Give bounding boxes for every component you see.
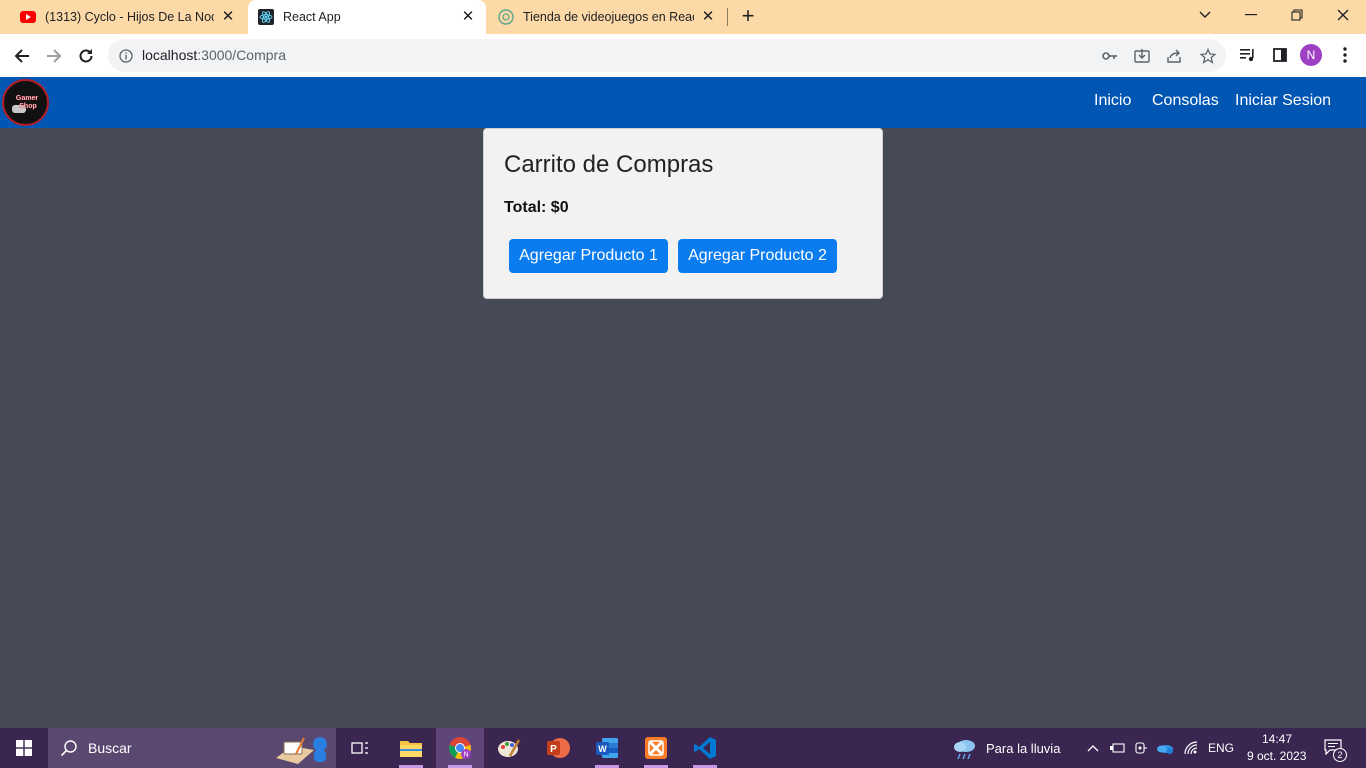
chrome-taskbar-icon[interactable]: N	[436, 728, 484, 768]
chatgpt-icon	[498, 9, 514, 25]
url-host: localhost	[142, 47, 198, 63]
file-explorer-icon[interactable]	[387, 728, 435, 768]
url-text: localhost:3000/Compra	[142, 47, 286, 63]
word-icon[interactable]: W	[583, 728, 631, 768]
side-panel-icon[interactable]	[1269, 44, 1291, 66]
back-button[interactable]	[8, 42, 36, 70]
task-view-icon[interactable]	[336, 728, 384, 768]
paint-icon[interactable]	[485, 728, 533, 768]
search-highlight-illustration-icon	[270, 732, 332, 768]
profile-avatar[interactable]: N	[1300, 44, 1322, 66]
show-hidden-icons-chevron-icon[interactable]	[1084, 739, 1102, 757]
nav-link-consolas[interactable]: Consolas	[1152, 92, 1219, 110]
svg-text:Shop: Shop	[19, 103, 37, 110]
tab-search-chevron-icon[interactable]	[1182, 0, 1228, 30]
powerpoint-icon[interactable]: P	[534, 728, 582, 768]
bookmark-star-icon[interactable]	[1198, 46, 1218, 66]
nav-link-inicio[interactable]: Inicio	[1094, 92, 1131, 110]
youtube-icon	[20, 9, 36, 25]
clock-time[interactable]: 14:47	[1262, 732, 1292, 746]
address-bar[interactable]: localhost:3000/Compra	[108, 39, 1226, 72]
url-path: :3000/Compra	[197, 47, 286, 63]
shopping-cart-card: Carrito de Compras Total: $0 Agregar Pro…	[483, 128, 883, 299]
minimize-button[interactable]	[1228, 0, 1274, 30]
tab-title: Tienda de videojuegos en React	[523, 10, 694, 24]
onedrive-icon[interactable]	[1156, 739, 1174, 757]
windows-taskbar: Buscar N P W Para la lluvia ENG 14:47 9 …	[0, 728, 1366, 768]
weather-text[interactable]: Para la lluvia	[986, 741, 1060, 756]
windows-start-button[interactable]	[0, 728, 48, 768]
key-icon[interactable]	[1100, 46, 1120, 66]
search-placeholder: Buscar	[88, 740, 132, 756]
tab-title: (1313) Cyclo - Hijos De La Noche	[45, 10, 214, 24]
nav-link-iniciar-sesion[interactable]: Iniciar Sesion	[1235, 92, 1331, 110]
restore-button[interactable]	[1274, 0, 1320, 30]
meet-now-icon[interactable]	[1132, 739, 1150, 757]
new-tab-button[interactable]: +	[736, 4, 760, 30]
cart-total: Total: $0	[504, 199, 569, 216]
browser-toolbar: localhost:3000/Compra	[0, 34, 1366, 77]
forward-button[interactable]	[40, 42, 68, 70]
reload-button[interactable]	[72, 42, 100, 70]
close-tab-icon[interactable]: ✕	[220, 9, 236, 25]
browser-tab-chatgpt[interactable]: Tienda de videojuegos en React ✕	[488, 0, 726, 34]
svg-text:W: W	[598, 744, 607, 754]
wifi-icon[interactable]	[1182, 739, 1200, 757]
add-product-2-button[interactable]: Agregar Producto 2	[678, 239, 837, 273]
tab-separator	[727, 8, 728, 26]
close-window-button[interactable]	[1320, 0, 1366, 30]
site-info-icon[interactable]	[116, 46, 136, 66]
clock-date[interactable]: 9 oct. 2023	[1247, 749, 1306, 763]
notification-count-badge: 2	[1333, 748, 1347, 762]
app-navbar: Gamer Shop Inicio Consolas Iniciar Sesio…	[0, 77, 1366, 128]
menu-kebab-icon[interactable]	[1334, 44, 1356, 66]
install-app-icon[interactable]	[1132, 46, 1152, 66]
tab-title: React App	[283, 10, 341, 24]
gamer-shop-logo[interactable]: Gamer Shop	[2, 79, 49, 126]
close-tab-icon[interactable]: ✕	[700, 9, 716, 25]
browser-tab-strip: (1313) Cyclo - Hijos De La Noche ✕ React…	[0, 0, 1366, 34]
battery-plug-icon[interactable]	[1108, 739, 1126, 757]
svg-text:Gamer: Gamer	[15, 95, 37, 102]
search-icon	[60, 739, 78, 762]
svg-text:N: N	[463, 752, 468, 759]
react-icon	[258, 9, 274, 25]
close-tab-icon[interactable]: ✕	[460, 9, 476, 25]
share-icon[interactable]	[1164, 46, 1184, 66]
cart-title: Carrito de Compras	[504, 151, 714, 178]
svg-text:P: P	[550, 744, 557, 755]
weather-rain-icon[interactable]	[952, 736, 978, 765]
browser-tab-react-app[interactable]: React App ✕	[248, 0, 486, 34]
media-controls-icon[interactable]	[1237, 44, 1259, 66]
browser-tab-youtube[interactable]: (1313) Cyclo - Hijos De La Noche ✕	[10, 0, 246, 34]
vscode-icon[interactable]	[681, 728, 729, 768]
language-indicator[interactable]: ENG	[1208, 741, 1234, 755]
xampp-icon[interactable]	[632, 728, 680, 768]
add-product-1-button[interactable]: Agregar Producto 1	[509, 239, 668, 273]
taskbar-search-box[interactable]: Buscar	[48, 728, 336, 768]
